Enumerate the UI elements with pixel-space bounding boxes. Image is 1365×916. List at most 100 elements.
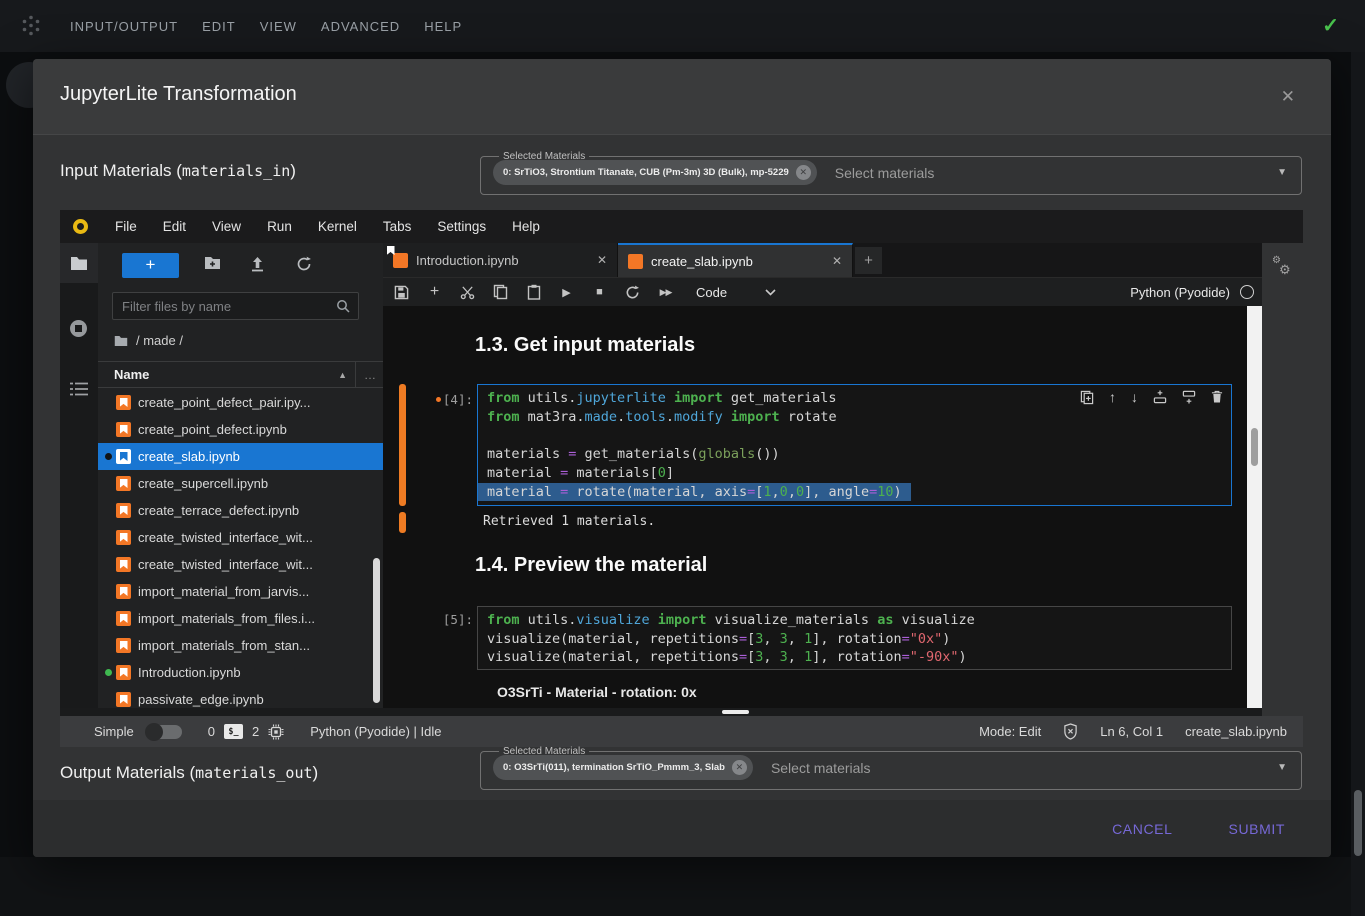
sidebar-tab-running-kernels[interactable] (68, 318, 89, 344)
output-material-chip[interactable]: 0: O3SrTi(011), termination SrTiO_Pmmm_3… (493, 755, 753, 780)
tab-close-icon[interactable]: ✕ (832, 254, 842, 268)
save-button[interactable] (385, 285, 418, 300)
terminals-count[interactable]: 0 (208, 724, 215, 739)
jupyter-menu-item-6[interactable]: Settings (424, 219, 499, 234)
toggle-knob[interactable] (145, 723, 163, 741)
interrupt-kernel-button[interactable]: ■ (583, 286, 616, 298)
mode-indicator[interactable]: Mode: Edit (979, 724, 1041, 739)
notebook-scrollbar-thumb[interactable] (1251, 428, 1258, 466)
horizontal-scrollbar[interactable] (60, 708, 1262, 716)
paste-cell-button[interactable] (517, 284, 550, 300)
file-row[interactable]: create_slab.ipynb (98, 443, 383, 470)
page-scrollbar[interactable] (1351, 52, 1365, 916)
new-folder-button[interactable] (204, 256, 221, 275)
header-overflow-icon[interactable]: … (364, 368, 376, 382)
jupyter-menu-item-2[interactable]: View (199, 219, 254, 234)
new-launcher-button[interactable]: + (122, 253, 179, 278)
sidebar-tab-toc[interactable] (69, 381, 89, 402)
gears-settings-icon[interactable]: ⚙⚙ (1272, 257, 1296, 281)
chevron-down-icon[interactable] (765, 289, 776, 296)
delete-cell-button[interactable] (1211, 390, 1223, 404)
tab-introduction[interactable]: Introduction.ipynb ✕ (383, 243, 618, 277)
file-status-dot (105, 669, 112, 676)
input-materials-select[interactable]: Selected Materials 0: SrTiO3, Strontium … (480, 151, 1302, 195)
file-row[interactable]: import_material_from_jarvis... (98, 578, 383, 605)
file-row[interactable]: import_materials_from_files.i... (98, 605, 383, 632)
top-menu-item-2[interactable]: VIEW (260, 19, 297, 34)
file-row[interactable]: create_point_defect.ipynb (98, 416, 383, 443)
file-row[interactable]: Introduction.ipynb (98, 659, 383, 686)
top-menu-item-1[interactable]: EDIT (202, 19, 236, 34)
terminal-icon[interactable]: $_ (224, 724, 243, 739)
top-menu-item-4[interactable]: HELP (424, 19, 462, 34)
jupyter-menu-item-1[interactable]: Edit (150, 219, 199, 234)
kernel-indicator[interactable]: Python (Pyodide) (1130, 285, 1254, 300)
file-row[interactable]: create_point_defect_pair.ipy... (98, 389, 383, 416)
kernel-status-text[interactable]: Python (Pyodide) | Idle (310, 724, 441, 739)
trust-shield-icon[interactable] (1063, 723, 1078, 740)
refresh-files-button[interactable] (296, 256, 312, 277)
jupyter-menu-item-0[interactable]: File (102, 219, 150, 234)
file-row[interactable]: create_twisted_interface_wit... (98, 551, 383, 578)
tab-create-slab[interactable]: create_slab.ipynb ✕ (618, 243, 853, 277)
file-status-dot (105, 615, 112, 622)
cell-type-select[interactable]: Code (696, 285, 727, 300)
notebook-panel: Introduction.ipynb ✕ create_slab.ipynb ✕… (383, 243, 1262, 708)
app-logo-dots-icon[interactable] (18, 13, 44, 39)
top-menu-item-0[interactable]: INPUT/OUTPUT (70, 19, 178, 34)
sidebar-tab-files[interactable] (60, 243, 98, 283)
tab-close-icon[interactable]: ✕ (597, 253, 607, 267)
kernels-count[interactable]: 2 (252, 724, 259, 739)
submit-button[interactable]: SUBMIT (1223, 820, 1292, 838)
input-material-chip[interactable]: 0: SrTiO3, Strontium Titanate, CUB (Pm-3… (493, 160, 817, 185)
restart-run-all-button[interactable]: ▶▶ (649, 287, 682, 298)
notebook-scrollbar[interactable] (1247, 306, 1262, 708)
insert-cell-button[interactable]: + (418, 283, 451, 301)
jupyter-menu-item-4[interactable]: Kernel (305, 219, 370, 234)
filter-files-input[interactable]: Filter files by name (112, 292, 359, 320)
move-cell-up-button[interactable]: ↑ (1109, 389, 1116, 405)
page-scrollbar-thumb[interactable] (1354, 790, 1362, 856)
insert-cell-above-button[interactable] (1153, 390, 1167, 404)
close-icon[interactable]: ✕ (1281, 87, 1295, 107)
simple-mode-toggle[interactable] (146, 725, 182, 739)
insert-cell-below-button[interactable] (1182, 390, 1196, 404)
dialog-title: JupyterLite Transformation (60, 83, 297, 106)
file-row[interactable]: create_terrace_defect.ipynb (98, 497, 383, 524)
breadcrumb[interactable]: / made / (114, 333, 183, 348)
code-cell-active[interactable]: from utils.jupyterlite import get_materi… (477, 384, 1232, 506)
run-cell-button[interactable]: ▶ (550, 286, 583, 299)
upload-button[interactable] (250, 256, 265, 277)
restart-kernel-button[interactable] (616, 285, 649, 300)
output-materials-select[interactable]: Selected Materials 0: O3SrTi(011), termi… (480, 746, 1302, 790)
file-row[interactable]: create_twisted_interface_wit... (98, 524, 383, 551)
cancel-button[interactable]: CANCEL (1106, 820, 1178, 838)
jupyter-menu-item-3[interactable]: Run (254, 219, 305, 234)
breadcrumb-path: / made / (136, 333, 183, 348)
copy-cell-button[interactable] (484, 284, 517, 300)
jupyter-menu-item-7[interactable]: Help (499, 219, 553, 234)
cut-cell-button[interactable] (451, 285, 484, 300)
dropdown-arrow-icon[interactable]: ▼ (1277, 762, 1287, 773)
file-row[interactable]: create_supercell.ipynb (98, 470, 383, 497)
file-list-header[interactable]: Name ▲ … (98, 361, 383, 388)
horizontal-scrollbar-thumb[interactable] (722, 710, 749, 714)
code-cell[interactable]: from utils.visualize import visualize_ma… (477, 606, 1232, 670)
chip-delete-icon[interactable]: ✕ (732, 760, 747, 775)
file-row[interactable]: import_materials_from_stan... (98, 632, 383, 659)
move-cell-down-button[interactable]: ↓ (1131, 389, 1138, 405)
top-menu-item-3[interactable]: ADVANCED (321, 19, 400, 34)
new-tab-button[interactable]: + (855, 247, 882, 274)
kernel-chip-icon[interactable] (268, 724, 284, 740)
chip-delete-icon[interactable]: ✕ (796, 165, 811, 180)
cursor-position[interactable]: Ln 6, Col 1 (1100, 724, 1163, 739)
name-column-header[interactable]: Name (114, 367, 149, 382)
file-list-scrollbar-thumb[interactable] (373, 558, 380, 703)
duplicate-cell-button[interactable] (1080, 390, 1094, 405)
output-collapser[interactable] (399, 512, 406, 533)
file-row[interactable]: passivate_edge.ipynb (98, 686, 383, 708)
dropdown-arrow-icon[interactable]: ▼ (1277, 167, 1287, 178)
cell-collapser[interactable] (399, 384, 406, 506)
jupyter-menu-item-5[interactable]: Tabs (370, 219, 425, 234)
new-folder-icon (204, 256, 221, 270)
